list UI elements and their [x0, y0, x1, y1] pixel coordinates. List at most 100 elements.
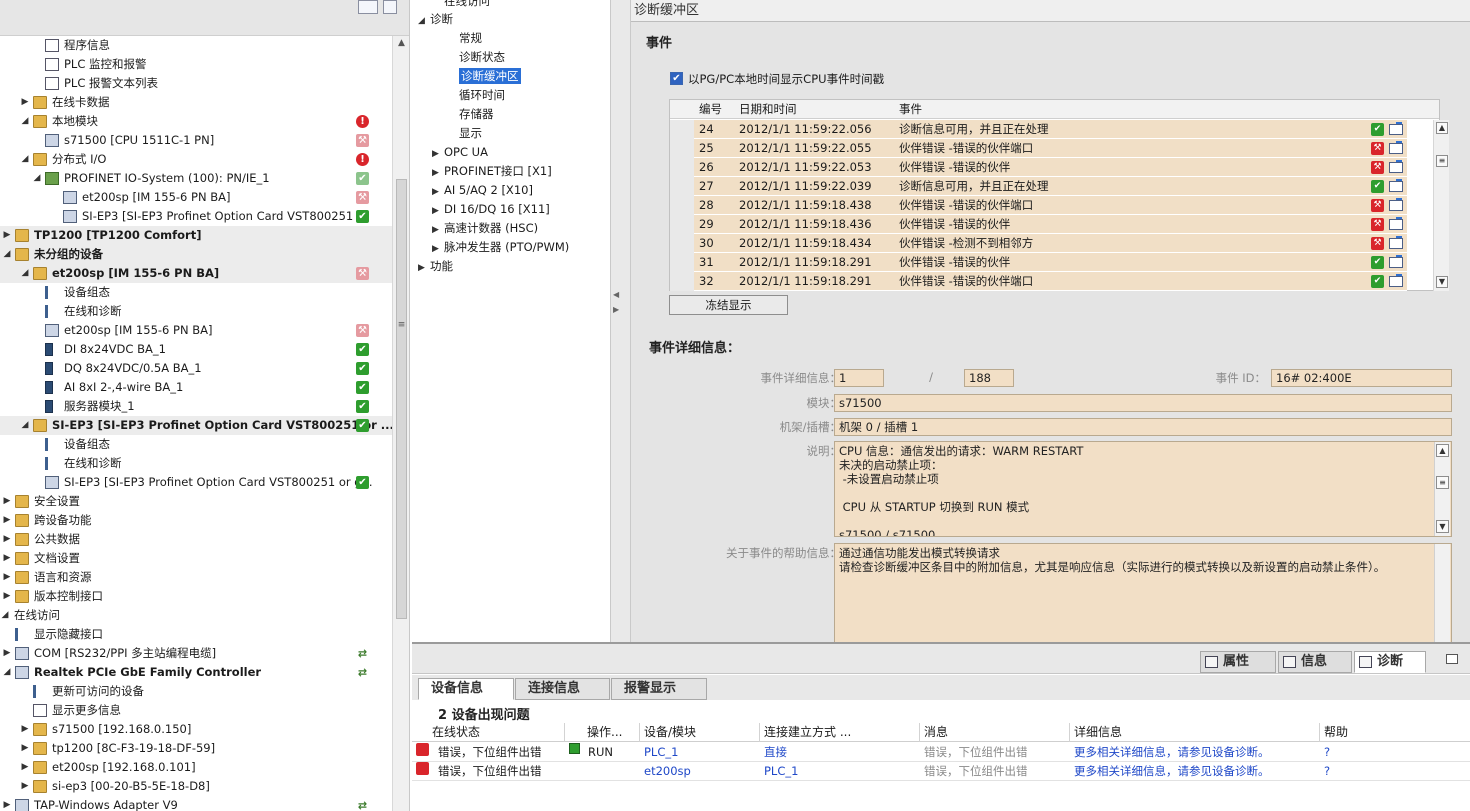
- tree-item[interactable]: et200sp [IM 155-6 PN BA] ⚒: [0, 321, 392, 340]
- tree-item[interactable]: 在线和诊断: [0, 302, 392, 321]
- event-row[interactable]: 29 2012/1/1 11:59:18.436 伙伴错误 -错误的伙伴 ⚒: [670, 215, 1407, 234]
- panel-splitter[interactable]: ◀ ▶: [610, 0, 631, 642]
- tree-item[interactable]: ▶ TP1200 [TP1200 Comfort]: [0, 226, 392, 245]
- col-help[interactable]: 帮助: [1319, 723, 1469, 742]
- tree-item[interactable]: 程序信息: [0, 36, 392, 55]
- tree-item[interactable]: ◢ 分布式 I/O!: [0, 150, 392, 169]
- tree-item[interactable]: ▶ COM [RS232/PPI 多主站编程电缆] ⇄: [0, 644, 392, 663]
- nav-item[interactable]: ▶ AI 5/AQ 2 [X10]: [432, 181, 533, 200]
- description-textarea[interactable]: CPU 信息：通信发出的请求：WARM RESTART 未决的启动禁止项： -未设…: [834, 441, 1452, 537]
- expand-icon[interactable]: ▶: [2, 511, 12, 530]
- nav-item[interactable]: ◢ 诊断: [418, 10, 453, 29]
- tree-item[interactable]: ▶ 语言和资源: [0, 568, 392, 587]
- tree-item[interactable]: ◢ SI-EP3 [SI-EP3 Profinet Option Card VST…: [0, 416, 394, 435]
- event-row[interactable]: 31 2012/1/1 11:59:18.291 伙伴错误 -错误的伙伴 ✔: [670, 253, 1407, 272]
- tree-item[interactable]: ▶ TAP-Windows Adapter V9 ⇄: [0, 796, 392, 811]
- expand-icon[interactable]: ▶: [20, 777, 30, 796]
- tree-item[interactable]: 在线和诊断: [0, 454, 392, 473]
- tree-item[interactable]: ▶ tp1200 [8C-F3-19-18-DF-59]: [0, 739, 392, 758]
- send-message-icon[interactable]: [1389, 179, 1403, 192]
- send-message-icon[interactable]: [1389, 255, 1403, 268]
- tree-item[interactable]: PLC 监控和报警: [0, 55, 392, 74]
- tab-info[interactable]: 信息: [1278, 651, 1352, 673]
- tree-item[interactable]: ▶ 文档设置: [0, 549, 392, 568]
- event-row[interactable]: 26 2012/1/1 11:59:22.053 伙伴错误 -错误的伙伴 ⚒: [670, 158, 1407, 177]
- expand-icon[interactable]: ▶: [2, 568, 12, 587]
- view-list-icon[interactable]: [358, 0, 378, 14]
- event-row[interactable]: 28 2012/1/1 11:59:18.438 伙伴错误 -错误的伙伴端口 ⚒: [670, 196, 1407, 215]
- tree-item[interactable]: ▶ et200sp [192.168.0.101]: [0, 758, 392, 777]
- tree-item[interactable]: 设备组态: [0, 283, 392, 302]
- col-operation[interactable]: 操作...: [564, 723, 639, 742]
- col-connection[interactable]: 连接建立方式 ...: [759, 723, 919, 742]
- tree-item[interactable]: ▶ 在线卡数据: [0, 93, 392, 112]
- col-device[interactable]: 设备/模块: [639, 723, 759, 742]
- nav-item[interactable]: ▶ PROFINET接口 [X1]: [432, 162, 552, 181]
- collapse-left-icon[interactable]: ◀: [613, 290, 619, 299]
- nav-item[interactable]: 显示: [447, 124, 482, 143]
- collapse-right-icon[interactable]: ▶: [613, 305, 619, 314]
- device-detail[interactable]: 更多相关详细信息，请参见设备诊断。: [1070, 743, 1318, 762]
- send-message-icon[interactable]: [1389, 236, 1403, 249]
- tab-diagnostics[interactable]: 诊断: [1354, 651, 1426, 673]
- nav-item[interactable]: 常规: [447, 29, 482, 48]
- detail-number-field[interactable]: 1: [834, 369, 884, 387]
- device-conn[interactable]: 直接: [760, 743, 918, 762]
- event-row[interactable]: 30 2012/1/1 11:59:18.434 伙伴错误 -检测不到相邻方 ⚒: [670, 234, 1407, 253]
- tree-item[interactable]: ▶ 公共数据: [0, 530, 392, 549]
- tree-item[interactable]: ◢ 本地模块!: [0, 112, 392, 131]
- scroll-up-icon[interactable]: ▲: [1436, 122, 1448, 134]
- nav-item[interactable]: 循环时间: [447, 86, 505, 105]
- tree-item[interactable]: 设备组态: [0, 435, 392, 454]
- tree-item[interactable]: ▶ 版本控制接口: [0, 587, 392, 606]
- collapse-icon[interactable]: ◢: [20, 150, 30, 169]
- nav-item[interactable]: ▶ DI 16/DQ 16 [X11]: [432, 200, 550, 219]
- tab-properties[interactable]: 属性: [1200, 651, 1276, 673]
- description-scrollbar[interactable]: ▲ ≡ ▼: [1434, 442, 1450, 536]
- event-row[interactable]: 25 2012/1/1 11:59:22.055 伙伴错误 -错误的伙伴端口 ⚒: [670, 139, 1407, 158]
- event-row[interactable]: 24 2012/1/1 11:59:22.056 诊断信息可用，并且正在处理 ✔: [670, 120, 1407, 139]
- nav-item[interactable]: ▶ 高速计数器 (HSC): [432, 219, 538, 238]
- expand-icon[interactable]: ▶: [20, 93, 30, 112]
- nav-item[interactable]: 诊断缓冲区: [447, 67, 521, 86]
- collapse-icon[interactable]: ◢: [32, 169, 42, 188]
- expand-icon[interactable]: ▶: [2, 796, 12, 811]
- nav-item[interactable]: ▶ OPC UA: [432, 143, 488, 162]
- tree-item[interactable]: ◢ PROFINET IO-System (100): PN/IE_1 ✔: [0, 169, 392, 188]
- tree-item[interactable]: ▶ 跨设备功能: [0, 511, 392, 530]
- tree-item[interactable]: SI-EP3 [SI-EP3 Profinet Option Card VST8…: [0, 207, 392, 226]
- device-row[interactable]: 错误，下位组件出错 et200sp PLC_1 错误，下位组件出错 更多相关详细信息，请…: [412, 762, 1470, 781]
- expand-icon[interactable]: ▶: [2, 549, 12, 568]
- device-row[interactable]: 错误，下位组件出错 RUN PLC_1 直接 错误，下位组件出错 更多相关详细信息，请参见…: [412, 743, 1470, 762]
- col-message[interactable]: 消息: [919, 723, 1069, 742]
- event-row[interactable]: 27 2012/1/1 11:59:22.039 诊断信息可用，并且正在处理 ✔: [670, 177, 1407, 196]
- tree-item[interactable]: 更新可访问的设备: [0, 682, 392, 701]
- device-help[interactable]: ?: [1320, 762, 1468, 781]
- collapse-icon[interactable]: ◢: [418, 12, 430, 31]
- view-details-icon[interactable]: [383, 0, 397, 14]
- expand-icon[interactable]: ▶: [20, 720, 30, 739]
- subtab-connection-info[interactable]: 连接信息: [515, 678, 610, 700]
- tree-item[interactable]: DQ 8x24VDC/0.5A BA_1 ✔: [0, 359, 392, 378]
- tree-item[interactable]: ▶ s71500 [192.168.0.150]: [0, 720, 392, 739]
- send-message-icon[interactable]: [1389, 122, 1403, 135]
- send-message-icon[interactable]: [1389, 217, 1403, 230]
- tree-item[interactable]: ◢ 在线访问: [0, 606, 392, 625]
- tree-item[interactable]: DI 8x24VDC BA_1 ✔: [0, 340, 392, 359]
- project-tree-scrollbar[interactable]: ▲ ≡: [392, 36, 409, 811]
- tree-item[interactable]: 显示更多信息: [0, 701, 392, 720]
- subtab-device-info[interactable]: 设备信息: [418, 678, 514, 700]
- event-row[interactable]: 32 2012/1/1 11:59:18.291 伙伴错误 -错误的伙伴端口 ✔: [670, 272, 1407, 291]
- nav-item[interactable]: 诊断状态: [447, 48, 505, 67]
- col-no[interactable]: 编号: [699, 100, 722, 119]
- collapse-icon[interactable]: ◢: [20, 112, 30, 131]
- expand-icon[interactable]: ▶: [2, 644, 12, 663]
- nav-item[interactable]: 存储器: [447, 105, 494, 124]
- tree-item[interactable]: SI-EP3 [SI-EP3 Profinet Option Card VST8…: [0, 473, 392, 492]
- expand-icon[interactable]: ▶: [2, 492, 12, 511]
- freeze-display-button[interactable]: 冻结显示: [669, 295, 788, 315]
- expand-icon[interactable]: ▶: [2, 226, 12, 245]
- scroll-up-icon[interactable]: ▲: [1436, 444, 1449, 457]
- tree-item[interactable]: 服务器模块_1 ✔: [0, 397, 392, 416]
- subtab-alarm-display[interactable]: 报警显示: [611, 678, 707, 700]
